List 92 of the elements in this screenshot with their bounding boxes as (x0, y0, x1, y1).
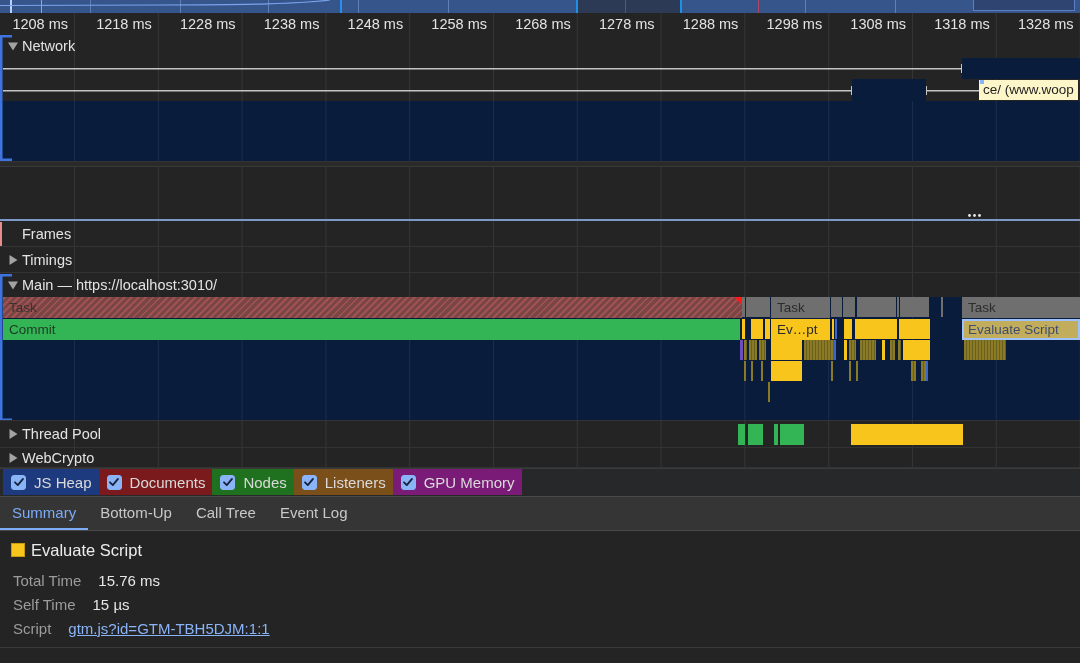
detail-value: 15 µs (92, 595, 130, 613)
event-bar[interactable] (921, 361, 926, 381)
checkbox[interactable] (220, 474, 236, 490)
time-tick-label: 1328 ms (1016, 15, 1075, 34)
time-tick-label: 1298 ms (765, 15, 824, 34)
thread-event-bar[interactable] (774, 424, 778, 445)
event-bar[interactable] (844, 340, 847, 360)
time-tick-label: 1278 ms (597, 15, 656, 34)
event-bar[interactable] (890, 340, 895, 360)
event-bar[interactable] (771, 340, 802, 360)
disclosure-triangle-icon[interactable] (8, 452, 18, 463)
track-title[interactable]: WebCrypto (22, 449, 95, 466)
event-bar[interactable] (742, 319, 745, 339)
event-bar[interactable] (964, 340, 1006, 360)
task-bar[interactable] (857, 297, 896, 317)
corner-triangle-icon (734, 297, 742, 305)
event-bar[interactable] (765, 319, 770, 339)
task-bar[interactable] (843, 297, 855, 317)
event-bar[interactable] (759, 340, 766, 360)
checkbox[interactable] (11, 474, 26, 490)
request-bar[interactable] (852, 79, 926, 101)
thread-event-bar[interactable] (851, 424, 963, 445)
commit-bar[interactable]: Commit (3, 319, 740, 340)
time-tick-label: 1238 ms (262, 15, 321, 34)
counter-toggle[interactable]: JS Heap (3, 469, 99, 495)
tab[interactable]: Call Tree (183, 497, 268, 530)
track-marker-icon (0, 222, 2, 246)
event-bar[interactable] (903, 340, 930, 360)
detail-value: 15.76 ms (98, 571, 161, 589)
event-bar[interactable] (804, 340, 834, 360)
time-tick-label: 1308 ms (849, 15, 907, 34)
time-tick-label: 1218 ms (95, 15, 153, 34)
disclosure-triangle-icon[interactable] (8, 280, 18, 290)
thread-event-bar[interactable] (780, 424, 804, 445)
time-tick-label: 1248 ms (346, 15, 405, 34)
task-bar[interactable] (742, 297, 745, 317)
checkbox[interactable] (301, 474, 317, 490)
event-bar[interactable] (844, 319, 852, 339)
request-bar[interactable] (962, 58, 1080, 79)
event-bar[interactable] (749, 340, 757, 360)
event-bar[interactable] (855, 319, 897, 339)
track-title[interactable]: Main — https://localhost:3010/ (22, 277, 218, 293)
detail-label: Script (13, 619, 52, 637)
time-tick-label: 1268 ms (514, 15, 572, 34)
event-bar[interactable] (771, 361, 802, 381)
event-bar[interactable] (898, 340, 901, 360)
event-bar[interactable] (849, 340, 856, 360)
resize-handle-icon[interactable] (968, 214, 981, 217)
task-bar[interactable] (900, 297, 929, 317)
event-bar[interactable] (911, 361, 916, 381)
task-bar[interactable] (746, 297, 770, 317)
thread-event-bar[interactable] (738, 424, 745, 445)
track-title[interactable]: Thread Pool (22, 426, 101, 442)
event-bar[interactable] (740, 340, 743, 360)
checkbox[interactable] (106, 474, 122, 490)
time-tick-label: 1258 ms (430, 15, 488, 34)
time-tick-label: 1208 ms (11, 15, 69, 34)
category-swatch-icon (11, 543, 25, 557)
script-link[interactable]: gtm.js?id=GTM-TBH5DJM:1:1 (68, 619, 270, 637)
tab[interactable]: Summary (0, 497, 89, 530)
disclosure-triangle-icon[interactable] (8, 41, 18, 51)
tab[interactable]: Event Log (267, 497, 360, 530)
counter-toggle[interactable]: Documents (98, 469, 213, 495)
script-event-bar[interactable]: Ev…pt (771, 319, 830, 340)
script-event-bar[interactable]: Evaluate Script (962, 319, 1080, 340)
track-title[interactable]: Frames (22, 225, 72, 242)
task-bar[interactable] (831, 297, 842, 317)
counter-toggle[interactable]: Listeners (293, 469, 393, 495)
time-tick-label: 1228 ms (178, 15, 237, 34)
event-bar[interactable] (744, 340, 747, 360)
event-title: Evaluate Script (31, 540, 142, 560)
disclosure-triangle-icon[interactable] (8, 429, 18, 439)
event-bar[interactable] (882, 340, 885, 360)
request-label[interactable]: ce/ (www.woop (979, 80, 1078, 100)
event-bar[interactable] (899, 319, 930, 339)
tab[interactable]: Bottom-Up (88, 497, 184, 530)
track-title[interactable]: Network (22, 38, 76, 54)
request-whisker (926, 86, 979, 95)
event-bar[interactable] (751, 319, 763, 339)
detail-label: Total Time (13, 571, 82, 589)
thread-event-bar[interactable] (748, 424, 763, 445)
checkbox[interactable] (400, 474, 416, 490)
counter-toggle[interactable]: GPU Memory (392, 469, 522, 495)
corner-marker-icon (980, 80, 984, 84)
detail-label: Self Time (13, 595, 76, 613)
disclosure-triangle-icon[interactable] (8, 254, 18, 265)
event-bar[interactable] (860, 340, 876, 360)
overview-drawing[interactable] (0, 0, 1080, 13)
time-tick-label: 1318 ms (933, 15, 991, 34)
time-tick-label: 1288 ms (681, 15, 740, 34)
track-title[interactable]: Timings (22, 251, 73, 268)
counter-toggle[interactable]: Nodes (212, 469, 294, 495)
